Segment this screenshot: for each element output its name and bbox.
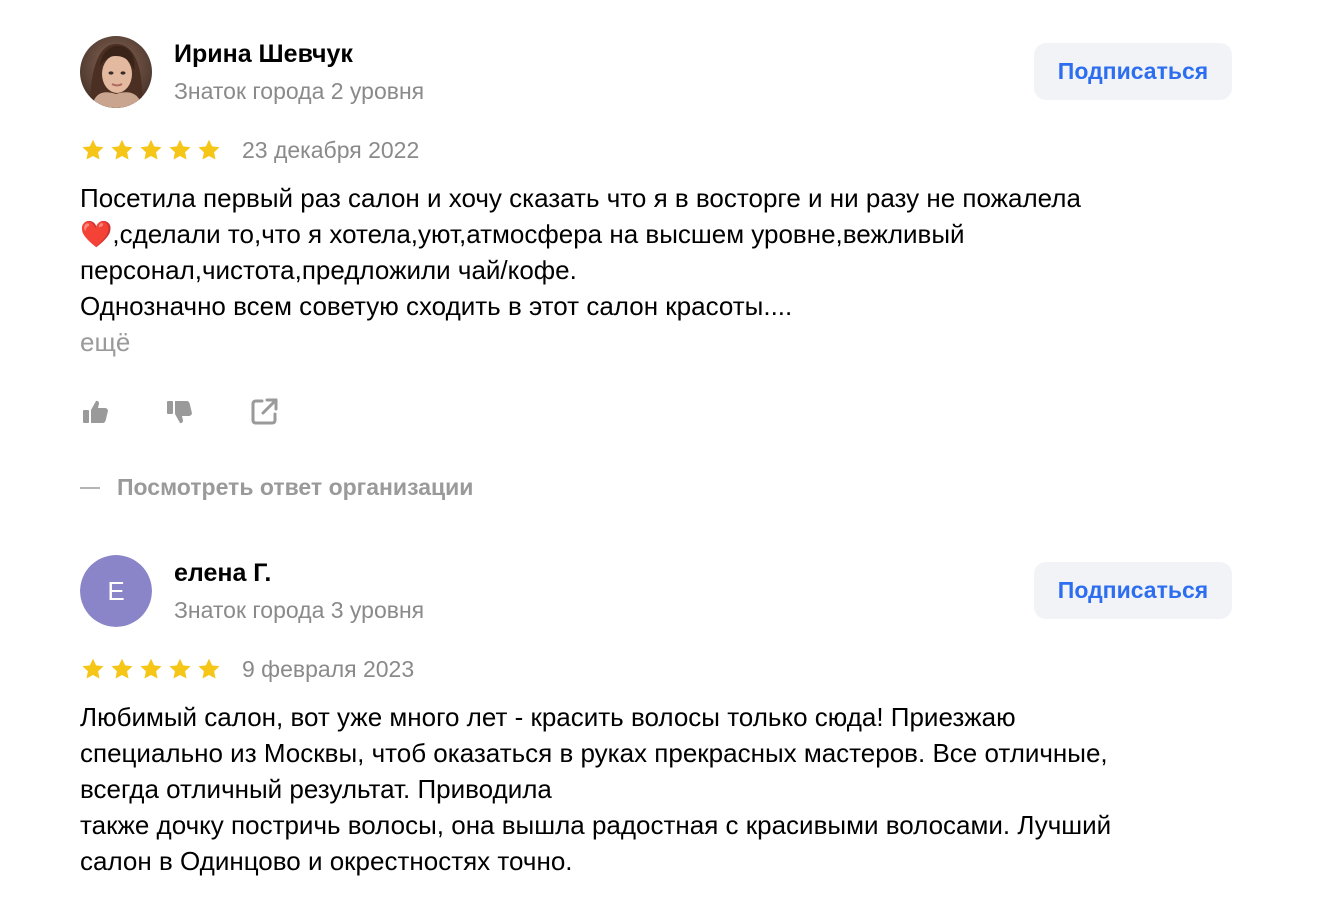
- review-date: 9 февраля 2023: [242, 655, 415, 682]
- star-icon: [198, 658, 220, 679]
- author-level: Знаток города 2 уровня: [174, 78, 425, 104]
- reviews-page: Ирина Шевчук Знаток города 2 уровня Подп…: [0, 0, 1336, 904]
- star-icon: [140, 139, 162, 160]
- avatar-photo: [80, 36, 152, 108]
- star-icon: [169, 139, 191, 160]
- rating-row: 9 февраля 2023: [80, 652, 1232, 686]
- author-name[interactable]: Ирина Шевчук: [174, 40, 353, 69]
- author-level: Знаток города 3 уровня: [174, 597, 425, 623]
- star-icon: [198, 139, 220, 160]
- star-icon: [82, 658, 104, 679]
- star-icon: [111, 658, 133, 679]
- review-text-rest: персонал,чистота,предложили чай/кофе. Од…: [80, 255, 793, 321]
- thumbs-down-icon[interactable]: [164, 396, 196, 428]
- org-reply-label: Посмотреть ответ организации: [117, 474, 474, 500]
- dash-divider: [80, 486, 100, 489]
- star-icon: [111, 139, 133, 160]
- review-text-line1: Посетила первый раз салон и хочу сказать…: [80, 183, 1081, 213]
- review-text-line2: ,сделали то,что я хотела,уют,атмосфера н…: [112, 219, 965, 249]
- author-name[interactable]: елена Г.: [174, 559, 271, 588]
- star-icon: [82, 139, 104, 160]
- review-actions: [80, 394, 1232, 430]
- author-avatar[interactable]: Е: [80, 555, 152, 627]
- review-header: Ирина Шевчук Знаток города 2 уровня Подп…: [80, 36, 1232, 108]
- show-more-link[interactable]: ещё: [80, 324, 130, 360]
- star-rating: [80, 137, 222, 163]
- review-text: Посетила первый раз салон и хочу сказать…: [80, 180, 1240, 324]
- star-rating: [80, 656, 222, 682]
- subscribe-button[interactable]: Подписаться: [1034, 43, 1232, 100]
- thumbs-up-icon[interactable]: [80, 396, 112, 428]
- subscribe-button[interactable]: Подписаться: [1034, 562, 1232, 619]
- avatar-letter: Е: [80, 555, 152, 627]
- review-header: Е елена Г. Знаток города 3 уровня Подпис…: [80, 555, 1232, 627]
- star-icon: [140, 658, 162, 679]
- review-text: Любимый салон, вот уже много лет - краси…: [80, 702, 1112, 876]
- review-card: Ирина Шевчук Знаток города 2 уровня Подп…: [80, 36, 1232, 501]
- org-reply-link[interactable]: Посмотреть ответ организации: [80, 474, 1232, 501]
- rating-row: 23 декабря 2022: [80, 133, 1232, 167]
- heart-emoji: ❤️: [80, 219, 113, 249]
- review-card: Е елена Г. Знаток города 3 уровня Подпис…: [80, 555, 1232, 879]
- share-external-icon[interactable]: [248, 396, 280, 428]
- star-icon: [169, 658, 191, 679]
- review-date: 23 декабря 2022: [242, 136, 420, 163]
- author-avatar[interactable]: [80, 36, 152, 108]
